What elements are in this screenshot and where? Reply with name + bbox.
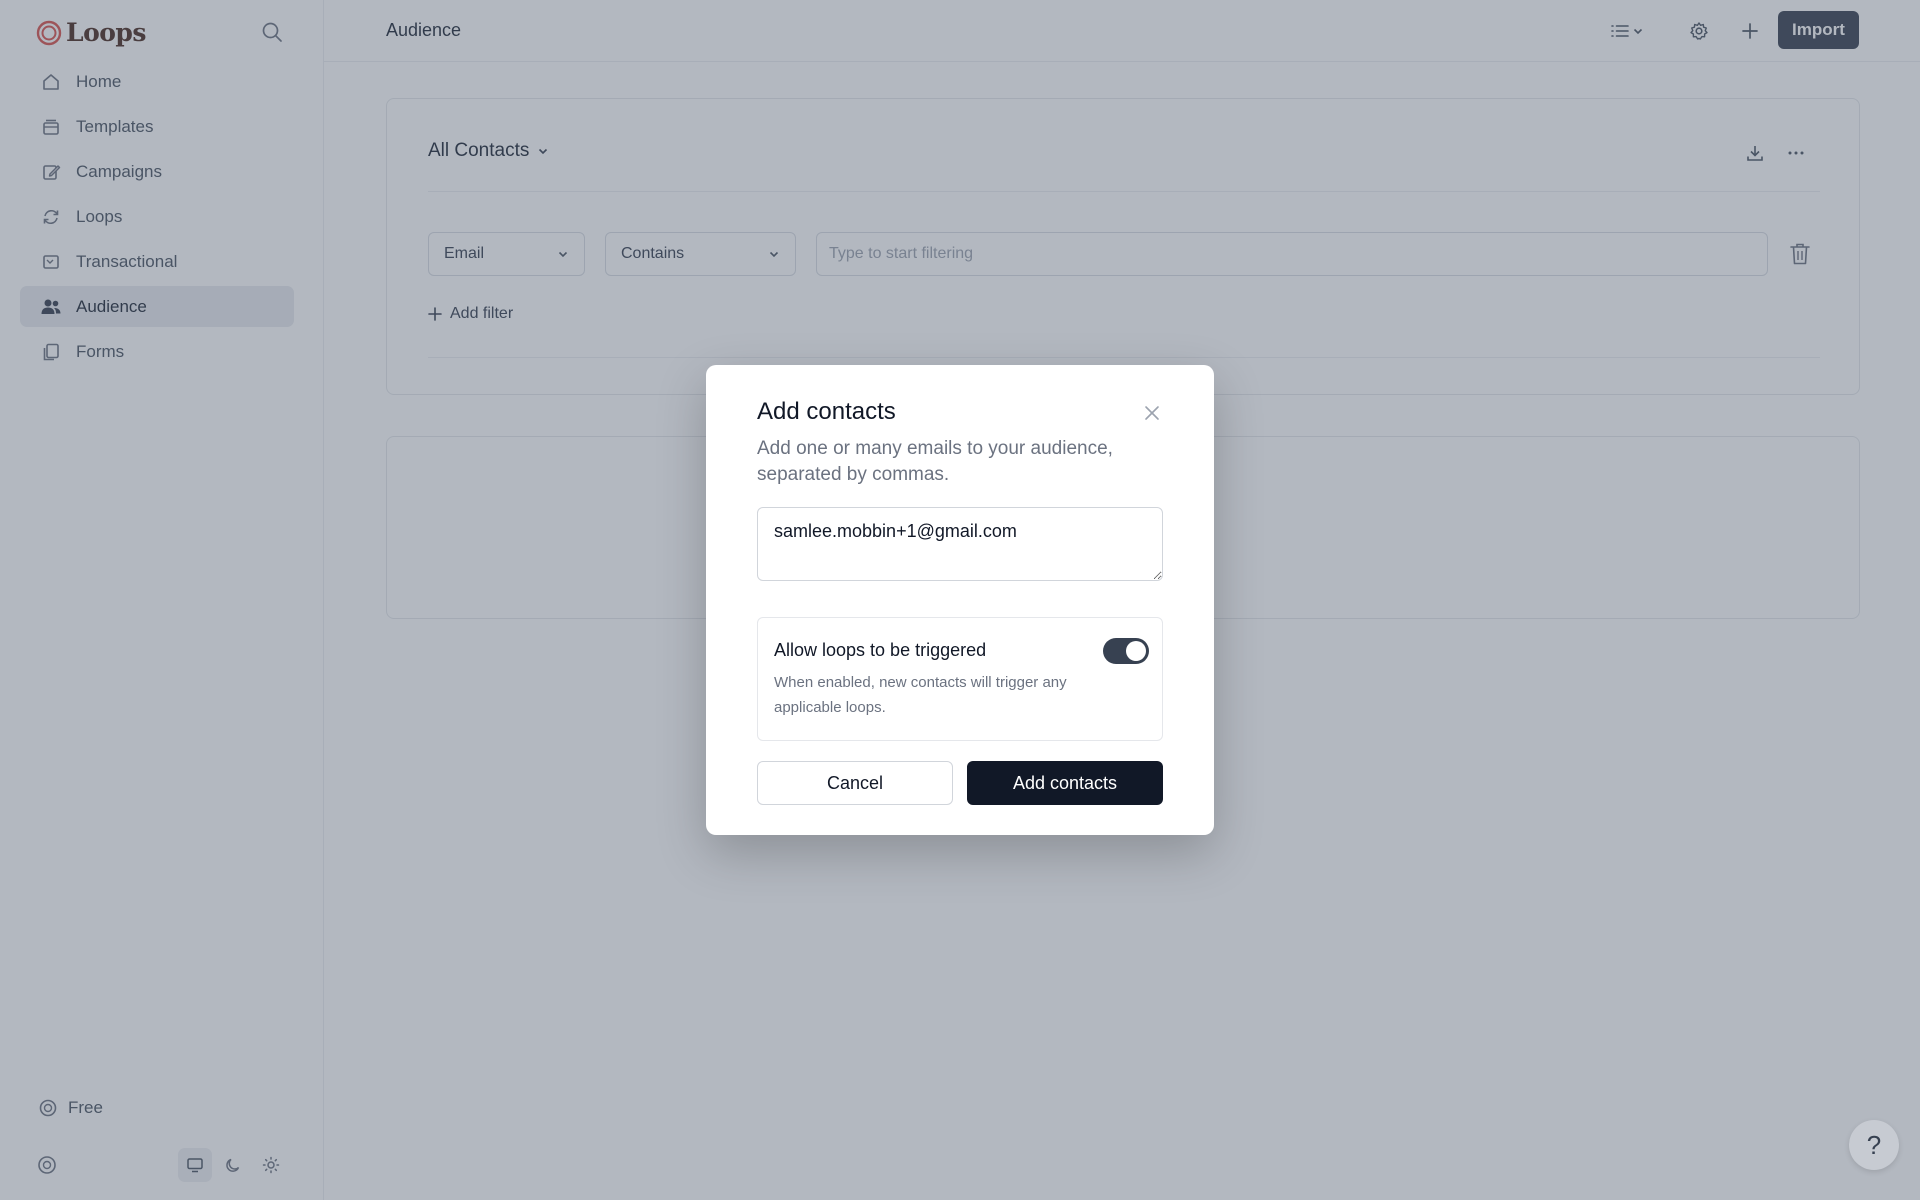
help-button[interactable]: ?: [1849, 1120, 1899, 1170]
toggle-title: Allow loops to be triggered: [774, 640, 987, 660]
cancel-button[interactable]: Cancel: [757, 761, 953, 805]
emails-textarea[interactable]: samlee.mobbin+1@gmail.com: [757, 507, 1163, 581]
modal-description: Add one or many emails to your audience,…: [757, 438, 1113, 485]
trigger-loops-toggle[interactable]: [1103, 638, 1149, 664]
add-contacts-button[interactable]: Add contacts: [967, 761, 1163, 805]
trigger-loops-setting: Allow loops to be triggered When enabled…: [757, 617, 1163, 741]
question-mark-icon: ?: [1866, 1129, 1882, 1160]
toggle-knob: [1126, 641, 1146, 661]
modal-title: Add contacts: [757, 398, 896, 425]
close-icon: [1143, 404, 1161, 422]
close-button[interactable]: [1138, 399, 1166, 427]
add-contacts-modal: Add contacts Add one or many emails to y…: [706, 365, 1214, 835]
toggle-description: When enabled, new contacts will trigger …: [774, 674, 1067, 716]
